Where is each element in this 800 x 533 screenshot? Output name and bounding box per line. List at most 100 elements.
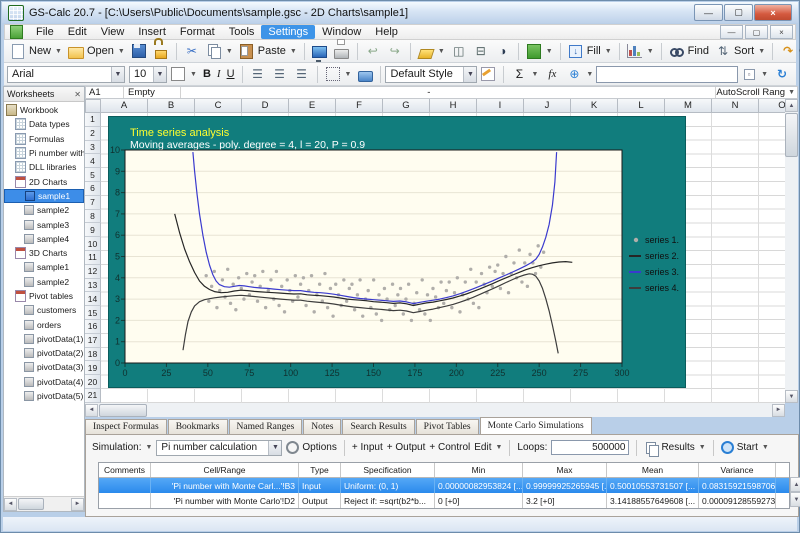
add-input-button[interactable]: + Input xyxy=(352,442,383,453)
close-icon[interactable]: ✕ xyxy=(74,90,81,99)
title-bar[interactable]: GS-Calc 20.7 - [C:\Users\Public\Document… xyxy=(2,2,798,23)
sidebar-item-sample3[interactable]: sample3 xyxy=(4,217,84,231)
row-header-9[interactable]: 9 xyxy=(85,223,101,237)
split-horizontal-button[interactable]: ⊟ xyxy=(470,42,492,60)
insert-chart-button[interactable]: ▼ xyxy=(624,42,657,60)
add-control-button[interactable]: + Control xyxy=(429,442,470,453)
results-button[interactable]: Results▼ xyxy=(644,441,705,455)
autoscroll-range-button[interactable]: AutoScroll Rang▼ xyxy=(715,87,797,98)
redo-button[interactable]: ↪ xyxy=(384,42,406,60)
document-icon[interactable] xyxy=(10,25,23,39)
tab-pivot-tables[interactable]: Pivot Tables xyxy=(416,419,479,434)
font-size-select[interactable]: 10▼ xyxy=(129,66,167,83)
sidebar-item-dll-libraries[interactable]: DLL libraries xyxy=(4,160,84,174)
minimize-button[interactable]: — xyxy=(694,4,723,21)
italic-button[interactable]: I xyxy=(214,67,224,81)
options-button[interactable]: Options xyxy=(286,441,336,454)
open-button[interactable]: Open▼ xyxy=(65,42,128,60)
grid-horizontal-scrollbar[interactable]: ◄ ► xyxy=(85,403,785,417)
column-header-K[interactable]: K xyxy=(571,99,618,113)
sidebar-item-data-types[interactable]: Data types xyxy=(4,117,84,131)
row-header-14[interactable]: 14 xyxy=(85,292,101,306)
table-row[interactable]: 'Pi number with Monte Carl...'!B3InputUn… xyxy=(99,478,789,493)
sidebar-item-sample4[interactable]: sample4 xyxy=(4,232,84,246)
preview-button[interactable] xyxy=(309,42,331,60)
row-header-3[interactable]: 3 xyxy=(85,141,101,155)
sidebar-item-sample1[interactable]: sample1 xyxy=(4,189,84,203)
column-header-B[interactable]: B xyxy=(148,99,195,113)
mdi-close-button[interactable]: × xyxy=(770,25,793,39)
tab-named-ranges[interactable]: Named Ranges xyxy=(229,419,303,434)
menu-help[interactable]: Help xyxy=(368,25,405,39)
tab-search-results[interactable]: Search Results xyxy=(342,419,414,434)
row-header-13[interactable]: 13 xyxy=(85,279,101,293)
table-header-comments[interactable]: Comments xyxy=(99,463,151,477)
scroll-up-icon[interactable]: ▲ xyxy=(790,477,800,492)
column-header-H[interactable]: H xyxy=(430,99,477,113)
scroll-left-icon[interactable]: ◄ xyxy=(85,404,98,417)
sum-button[interactable]: Σ▼ xyxy=(508,65,541,83)
bold-button[interactable]: B xyxy=(200,67,214,81)
scroll-down-icon[interactable]: ▼ xyxy=(785,390,798,403)
row-header-15[interactable]: 15 xyxy=(85,306,101,320)
row-header-2[interactable]: 2 xyxy=(85,127,101,141)
save-button[interactable] xyxy=(128,42,150,60)
column-header-O[interactable]: O xyxy=(759,99,785,113)
cell-reference[interactable]: A1 xyxy=(86,87,124,98)
underline-button[interactable]: U xyxy=(224,67,238,81)
protect-button[interactable] xyxy=(150,42,172,60)
sidebar-item-pivotdata-1-[interactable]: pivotData(1) xyxy=(4,332,84,346)
table-row[interactable]: 'Pi number with Monte Carlo'!D2OutputRej… xyxy=(99,493,789,508)
format-painter-button[interactable]: ▼ xyxy=(415,42,448,60)
menu-file[interactable]: File xyxy=(29,25,61,39)
borders-button[interactable]: ▼ xyxy=(322,65,355,83)
scroll-left-icon[interactable]: ◄ xyxy=(4,498,17,511)
column-header-C[interactable]: C xyxy=(195,99,242,113)
align-left-button[interactable]: ☰ xyxy=(247,65,269,83)
tab-inspect-formulas[interactable]: Inspect Formulas xyxy=(85,419,167,434)
sidebar-item-sample1[interactable]: sample1 xyxy=(4,260,84,274)
grid-vertical-scrollbar[interactable]: ▲ ▼ xyxy=(785,99,798,403)
menu-tools[interactable]: Tools xyxy=(222,25,262,39)
freeze-button[interactable]: ◑ xyxy=(492,42,514,60)
table-header-cell-range[interactable]: Cell/Range xyxy=(151,463,299,477)
maximize-button[interactable]: ▢ xyxy=(724,4,753,21)
column-header-D[interactable]: D xyxy=(242,99,289,113)
workbook-button[interactable]: ▼ xyxy=(523,42,556,60)
font-select[interactable]: Arial▼ xyxy=(7,66,125,83)
sidebar-item-pi-number-with-m[interactable]: Pi number with M xyxy=(4,146,84,160)
sidebar-item-3d-charts[interactable]: 3D Charts xyxy=(4,246,84,260)
print-button[interactable] xyxy=(331,42,353,60)
sidebar-item-pivotdata-2-[interactable]: pivotData(2) xyxy=(4,346,84,360)
loops-input[interactable]: 500000 xyxy=(551,440,629,455)
sidebar-item-orders[interactable]: orders xyxy=(4,317,84,331)
menu-window[interactable]: Window xyxy=(315,25,368,39)
scroll-right-icon[interactable]: ► xyxy=(71,498,84,511)
mdi-minimize-button[interactable]: — xyxy=(720,25,743,39)
row-header-20[interactable]: 20 xyxy=(85,375,101,389)
table-header-mean[interactable]: Mean xyxy=(607,463,699,477)
row-header-18[interactable]: 18 xyxy=(85,348,101,362)
chart-sheet[interactable]: Time series analysisMoving averages - po… xyxy=(108,116,686,388)
column-header-J[interactable]: J xyxy=(524,99,571,113)
find-button[interactable]: Find xyxy=(666,42,712,60)
sidebar-item-sample2[interactable]: sample2 xyxy=(4,275,84,289)
mdi-restore-button[interactable]: ▢ xyxy=(745,25,768,39)
menu-view[interactable]: View xyxy=(94,25,132,39)
row-header-8[interactable]: 8 xyxy=(85,210,101,224)
tab-monte-carlo-simulations[interactable]: Monte Carlo Simulations xyxy=(480,417,592,434)
tab-bookmarks[interactable]: Bookmarks xyxy=(168,419,228,434)
formula-input[interactable] xyxy=(596,66,738,83)
align-center-button[interactable]: ☰ xyxy=(269,65,291,83)
align-right-button[interactable]: ☰ xyxy=(291,65,313,83)
row-header-11[interactable]: 11 xyxy=(85,251,101,265)
sidebar-item-pivot-tables[interactable]: Pivot tables xyxy=(4,289,84,303)
style-select[interactable]: Default Style▼ xyxy=(385,66,477,83)
close-button[interactable]: × xyxy=(754,4,792,21)
simulation-select[interactable]: Pi number calculation▼ xyxy=(156,440,282,456)
simulation-label-button[interactable]: Simulation:▼ xyxy=(92,442,152,453)
sidebar-item-2d-charts[interactable]: 2D Charts xyxy=(4,174,84,188)
row-header-6[interactable]: 6 xyxy=(85,182,101,196)
table-header-max[interactable]: Max xyxy=(523,463,607,477)
sidebar-item-formulas[interactable]: Formulas xyxy=(4,132,84,146)
